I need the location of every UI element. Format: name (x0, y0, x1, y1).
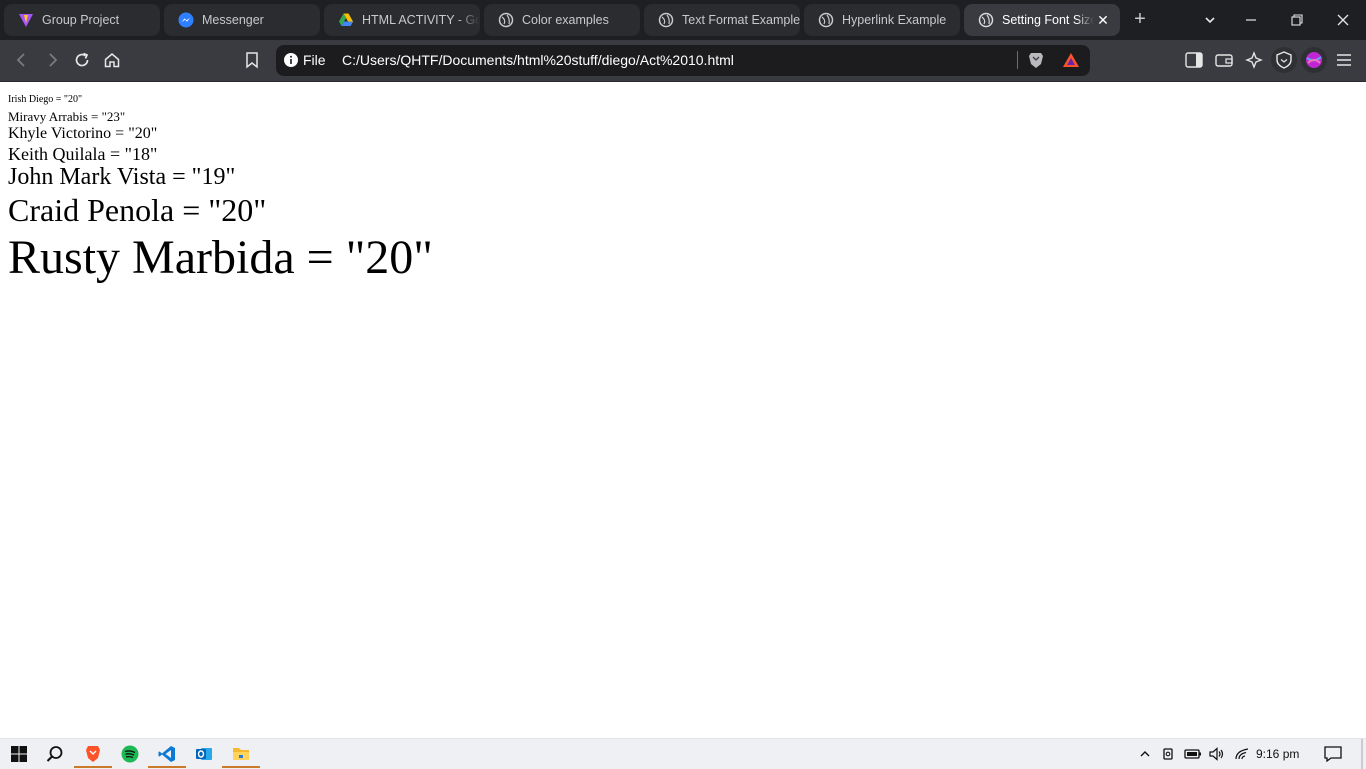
font-size-5-line: John Mark Vista = "19" (8, 164, 236, 190)
tab-label: Setting Font Size (1002, 13, 1094, 27)
vpn-shield-icon[interactable] (1271, 47, 1297, 73)
tab-messenger[interactable]: Messenger (164, 4, 320, 36)
tab-label: Hyperlink Example (842, 13, 947, 27)
tab-label: Messenger (202, 13, 264, 27)
globe-icon (658, 12, 674, 28)
font-size-6-line: Craid Penola = "20" (8, 192, 267, 228)
battery-icon[interactable] (1183, 739, 1203, 769)
tab-group-project[interactable]: Group Project (4, 4, 160, 36)
show-desktop-edge[interactable] (1361, 739, 1363, 769)
home-icon[interactable] (99, 47, 125, 73)
leo-ai-icon[interactable] (1241, 47, 1267, 73)
globe-icon (818, 12, 834, 28)
search-icon[interactable] (36, 739, 74, 769)
restore-icon[interactable] (1274, 0, 1320, 40)
url-text[interactable]: C:/Users/QHTF/Documents/html%20stuff/die… (342, 52, 734, 68)
tab-strip: Group Project Messenger HTML ACTIVITY - … (0, 0, 1366, 40)
notifications-icon[interactable] (1322, 739, 1344, 769)
address-bar-divider (1017, 51, 1018, 69)
taskbar-clock[interactable]: 9:16 pm (1256, 747, 1299, 761)
tab-label: HTML ACTIVITY - Go (362, 13, 480, 27)
globe-icon (498, 12, 514, 28)
windows-taskbar: 9:16 pm (0, 738, 1366, 769)
wallet-icon[interactable] (1211, 47, 1237, 73)
messenger-icon (178, 12, 194, 28)
tab-setting-font-size[interactable]: Setting Font Size ✕ (964, 4, 1120, 36)
vscode-icon[interactable] (148, 739, 186, 769)
tab-label: Color examples (522, 13, 609, 27)
close-window-icon[interactable] (1320, 0, 1366, 40)
tab-color-examples[interactable]: Color examples (484, 4, 640, 36)
bookmark-icon[interactable] (239, 47, 265, 73)
meet-now-camera-icon[interactable] (1160, 739, 1178, 769)
site-info-icon[interactable] (284, 53, 298, 72)
google-drive-icon (338, 12, 354, 28)
wifi-icon[interactable] (1232, 739, 1252, 769)
tab-list-chevron-down-icon[interactable] (1198, 8, 1222, 32)
tab-label: Text Format Example (682, 13, 800, 27)
spotify-icon[interactable] (111, 739, 149, 769)
close-tab-icon[interactable]: ✕ (1094, 11, 1112, 29)
tab-text-format-example[interactable]: Text Format Example (644, 4, 800, 36)
url-scheme-label: File (303, 52, 326, 68)
brave-rewards-icon[interactable] (1062, 52, 1080, 73)
font-size-4-line: Keith Quilala = "18" (8, 144, 158, 164)
font-size-1-line: Irish Diego = "20" (8, 94, 83, 105)
globe-icon (978, 12, 994, 28)
font-size-7-line: Rusty Marbida = "20" (8, 231, 433, 284)
start-icon[interactable] (0, 739, 38, 769)
forward-arrow-icon[interactable] (39, 47, 65, 73)
back-arrow-icon[interactable] (9, 47, 35, 73)
brave-shields-icon[interactable] (1028, 51, 1044, 74)
show-hidden-icons-chevron-up-icon[interactable] (1136, 739, 1154, 769)
sidebar-toggle-icon[interactable] (1181, 47, 1207, 73)
minimize-icon[interactable] (1228, 0, 1274, 40)
outlook-icon[interactable] (185, 739, 223, 769)
tab-label: Group Project (42, 13, 120, 27)
profile-avatar-icon[interactable] (1301, 47, 1327, 73)
volume-icon[interactable] (1207, 739, 1227, 769)
new-tab-button[interactable]: + (1128, 8, 1152, 32)
menu-hamburger-icon[interactable] (1331, 47, 1357, 73)
tab-html-activity[interactable]: HTML ACTIVITY - Go (324, 4, 480, 36)
reload-icon[interactable] (69, 47, 95, 73)
tab-hyperlink-example[interactable]: Hyperlink Example (804, 4, 960, 36)
font-size-3-line: Khyle Victorino = "20" (8, 125, 158, 142)
font-size-2-line: Miravy Arrabis = "23" (8, 109, 126, 124)
file-explorer-icon[interactable] (222, 739, 260, 769)
brave-icon[interactable] (74, 739, 112, 769)
vite-logo-icon (18, 12, 34, 28)
